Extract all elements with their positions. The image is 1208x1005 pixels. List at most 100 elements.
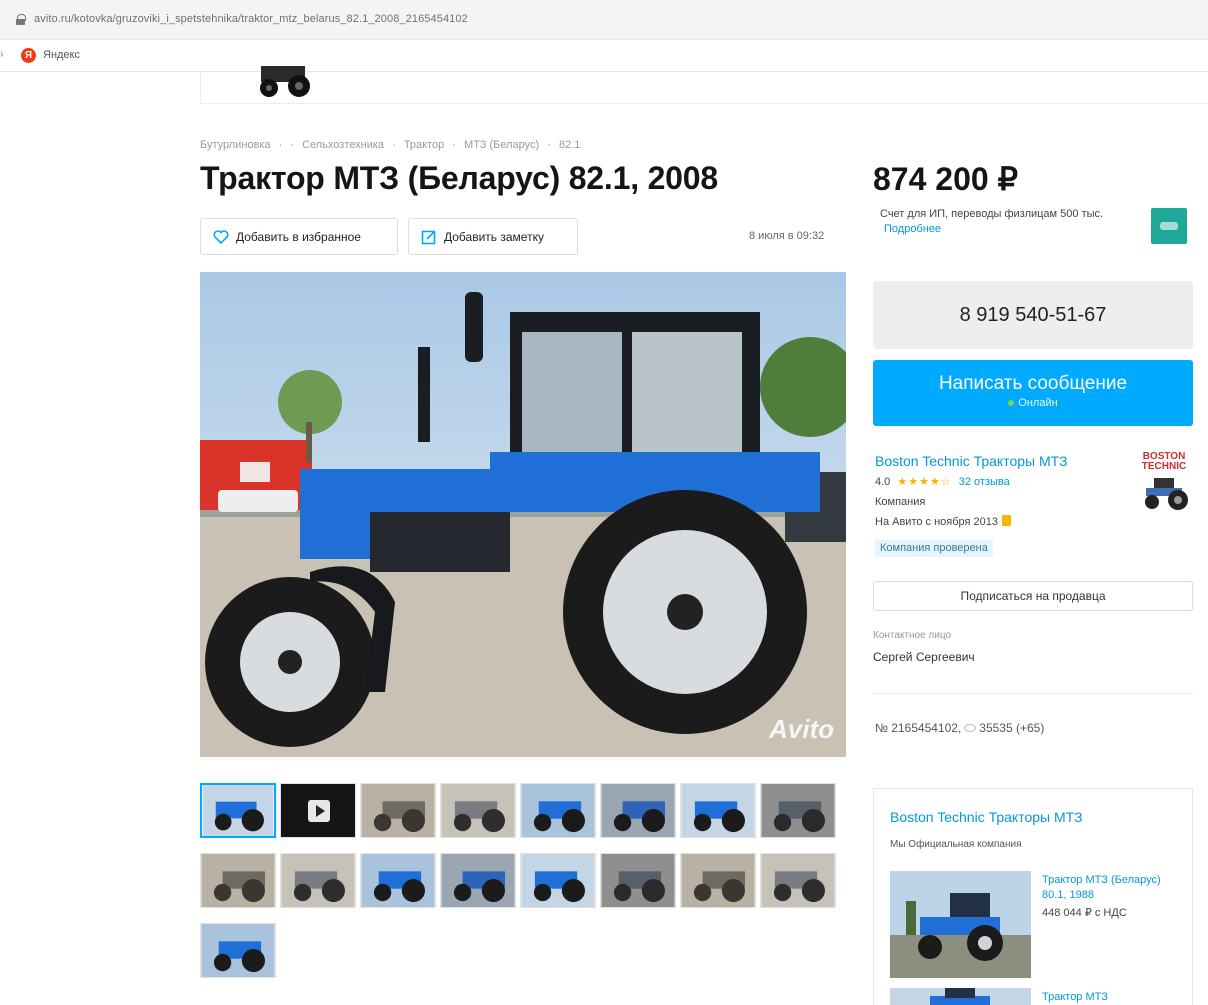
photo-thumbnail[interactable] — [200, 783, 276, 838]
photo-thumbnail[interactable] — [600, 853, 676, 908]
reviews-link[interactable]: 32 отзыва — [959, 476, 1010, 488]
online-dot-icon — [1008, 400, 1015, 407]
online-status: Онлайн — [873, 397, 1193, 409]
thumbnail-image — [601, 784, 675, 837]
payment-note: Счет для ИП, переводы физлицам 500 тыс. … — [880, 207, 1142, 237]
seller-since-text: На Авито с ноября 2013 — [875, 516, 999, 528]
other-ad-title-link[interactable]: Трактор МТЗ (Беларус) 80.1, 1988 — [1042, 873, 1182, 903]
photo-thumbnail[interactable] — [680, 853, 756, 908]
breadcrumb-item[interactable]: Сельхозтехника — [302, 139, 384, 151]
photo-thumbnail[interactable] — [520, 853, 596, 908]
photo-thumbnail[interactable] — [440, 783, 516, 838]
yandex-icon[interactable]: Я — [21, 48, 36, 63]
thumbnail-image — [361, 854, 435, 907]
write-message-label: Написать сообщение — [938, 373, 1128, 394]
heart-icon — [213, 229, 229, 244]
medal-icon — [1002, 515, 1012, 526]
url-text[interactable]: avito.ru/kotovka/gruzoviki_i_spetstehnik… — [34, 13, 468, 25]
breadcrumb: Бутурлиновка · · Сельхозтехника · Тракто… — [200, 139, 585, 151]
thumbnail-image — [361, 784, 435, 837]
lock-icon — [16, 14, 26, 25]
breadcrumb-item[interactable]: Бутурлиновка — [200, 139, 271, 151]
thumbnail-image — [681, 854, 755, 907]
breadcrumb-separator: · — [278, 139, 283, 151]
payment-note-text: Счет для ИП, переводы физлицам 500 тыс. — [880, 208, 1104, 220]
ad-number: № 2165454102, 35535 (+65) — [875, 721, 1044, 735]
tractor-logo-icon[interactable] — [251, 66, 321, 98]
views-count: 35535 (+65) — [979, 721, 1045, 735]
thumbnail-image — [441, 784, 515, 837]
breadcrumb-separator: · — [290, 139, 294, 151]
breadcrumb-separator: · — [452, 139, 456, 151]
listing-title: Трактор МТЗ (Беларус) 82.1, 2008 — [200, 160, 718, 196]
thumbnail-image — [681, 784, 755, 837]
seller-since: На Авито с ноября 2013 — [875, 515, 1012, 528]
breadcrumb-separator: · — [392, 139, 396, 151]
site-header — [200, 66, 1208, 104]
other-ad-title-link[interactable]: Трактор МТЗ — [1042, 991, 1108, 1003]
photo-thumbnail[interactable] — [200, 853, 276, 908]
eye-icon — [964, 724, 977, 732]
seller-logo[interactable]: BOSTON TECHNIC — [1135, 452, 1193, 472]
other-ad-photo[interactable] — [890, 988, 1031, 1005]
note-icon — [421, 230, 436, 244]
other-ad-photo[interactable] — [890, 871, 1031, 978]
photo-thumbnail[interactable] — [520, 783, 596, 838]
thumbnail-image — [202, 785, 274, 836]
avito-watermark: Avito — [769, 714, 834, 744]
payment-more-link[interactable]: Подробнее — [884, 223, 941, 235]
show-phone-button[interactable]: 8 919 540-51-67 — [873, 281, 1193, 349]
add-note-button[interactable]: Добавить заметку — [408, 218, 578, 255]
breadcrumb-separator: · — [547, 139, 551, 151]
photo-thumbnail[interactable] — [280, 783, 356, 838]
contact-person-name: Сергей Сергеевич — [873, 650, 975, 664]
thumbnail-image — [601, 854, 675, 907]
subscribe-seller-button[interactable]: Подписаться на продавца — [873, 581, 1193, 611]
photo-thumbnail[interactable] — [360, 853, 436, 908]
write-message-button[interactable]: Написать сообщение Онлайн — [873, 360, 1193, 426]
shop-title-link[interactable]: Boston Technic Тракторы МТЗ — [890, 809, 1083, 825]
verified-badge: Компания проверена — [875, 540, 993, 557]
photo-thumbnail[interactable] — [680, 783, 756, 838]
photo-thumbnail[interactable] — [440, 853, 516, 908]
thumbnail-image — [521, 784, 595, 837]
contact-person-label: Контактное лицо — [873, 630, 952, 641]
thumbnail-image — [201, 854, 275, 907]
photo-thumbnail[interactable] — [760, 853, 836, 908]
seller-name-link[interactable]: Boston Technic Тракторы МТЗ — [875, 453, 1068, 469]
main-photo[interactable]: Avito — [200, 272, 846, 757]
rating-stars-icon: ★★★★☆ — [897, 476, 952, 488]
other-ad-price: 448 044 ₽ с НДС — [1042, 907, 1127, 919]
online-status-label: Онлайн — [1018, 397, 1058, 409]
bookmarks-bar: › Я Яндекс — [0, 40, 1208, 72]
photo-thumbnail[interactable] — [280, 853, 356, 908]
thumbnail-image — [281, 854, 355, 907]
other-ad-tractor-image — [890, 988, 1031, 1005]
add-to-favorites-label: Добавить в избранное — [236, 229, 361, 244]
breadcrumb-item[interactable]: МТЗ (Беларус) — [464, 139, 539, 151]
photo-thumbnail[interactable] — [360, 783, 436, 838]
photo-thumbnail[interactable] — [200, 923, 276, 978]
thumbnail-image — [521, 854, 595, 907]
thumbnail-image — [761, 854, 835, 907]
seller-rating: 4.0 ★★★★☆ 32 отзыва — [875, 475, 1010, 488]
breadcrumb-item[interactable]: 82.1 — [559, 139, 580, 151]
add-to-favorites-button[interactable]: Добавить в избранное — [200, 218, 398, 255]
divider — [873, 693, 1193, 694]
rating-value: 4.0 — [875, 476, 891, 488]
bookmark-arrow-icon[interactable]: › — [0, 49, 3, 60]
breadcrumb-item[interactable]: Трактор — [404, 139, 444, 151]
address-bar[interactable]: avito.ru/kotovka/gruzoviki_i_spetstehnik… — [0, 0, 1208, 40]
tractor-photo — [200, 272, 846, 757]
seller-tractor-icon[interactable] — [1140, 474, 1192, 512]
add-note-label: Добавить заметку — [444, 229, 544, 244]
thumbnail-image — [761, 784, 835, 837]
publish-date: 8 июля в 09:32 — [749, 230, 825, 242]
photo-thumbnail[interactable] — [600, 783, 676, 838]
shop-subtitle: Мы Официальная компания — [890, 839, 1022, 850]
bookmark-yandex[interactable]: Яндекс — [43, 49, 80, 61]
seller-logo-line-2: TECHNIC — [1141, 461, 1187, 472]
photo-thumbnail[interactable] — [760, 783, 836, 838]
other-ad-tractor-image — [890, 871, 1031, 978]
ad-number-text: № 2165454102, — [875, 721, 962, 735]
